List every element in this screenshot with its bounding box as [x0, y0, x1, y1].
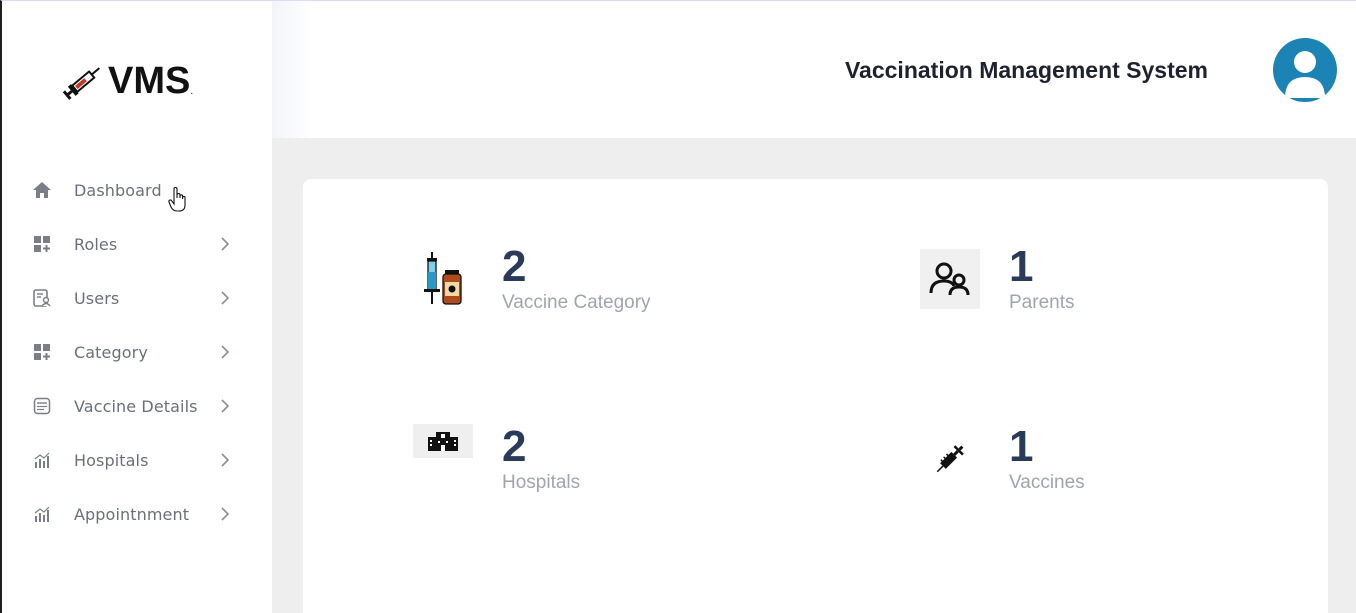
- syringe-icon: [920, 429, 980, 489]
- sidebar-nav: Dashboard Roles Users Category Vaccine D…: [2, 163, 272, 541]
- hospital-icon: [413, 424, 473, 458]
- bar-chart-icon: [32, 450, 52, 470]
- stat-value: 1: [1009, 242, 1034, 291]
- sidebar-item-label: Users: [74, 288, 120, 308]
- stat-label: Hospitals: [502, 472, 581, 493]
- sidebar-item-label: Hospitals: [74, 450, 149, 470]
- calendar-icon: [32, 396, 52, 416]
- sidebar: VMS . Dashboard Roles Users Category Vac…: [2, 1, 272, 613]
- chevron-right-icon: [218, 399, 232, 413]
- top-header: Vaccination Management System: [272, 1, 1356, 138]
- bar-chart-icon: [32, 504, 52, 524]
- widgets-icon: [32, 234, 52, 254]
- stats-card: 2 Vaccine Category 1 Parents 2 Hospitals…: [303, 179, 1328, 613]
- widgets-icon: [32, 342, 52, 362]
- sidebar-item-label: Category: [74, 342, 148, 362]
- sidebar-item-roles[interactable]: Roles: [2, 217, 272, 271]
- sidebar-item-label: Appointnment: [74, 504, 190, 524]
- main-content: 2 Vaccine Category 1 Parents 2 Hospitals…: [272, 138, 1356, 613]
- stat-label: Vaccine Category: [502, 292, 651, 313]
- sidebar-item-vaccine-details[interactable]: Vaccine Details: [2, 379, 272, 433]
- logo-text: VMS: [108, 60, 191, 102]
- sidebar-item-label: Roles: [74, 234, 118, 254]
- chevron-right-icon: [218, 291, 232, 305]
- sidebar-item-appointment[interactable]: Appointnment: [2, 487, 272, 541]
- vaccine-vial-icon: [413, 249, 473, 309]
- stat-value: 2: [502, 422, 527, 471]
- user-list-icon: [32, 288, 52, 308]
- sidebar-item-label: Vaccine Details: [74, 396, 198, 416]
- stat-vaccines[interactable]: 1 Vaccines: [920, 422, 1220, 509]
- hand-cursor-icon: [168, 187, 186, 212]
- sidebar-item-users[interactable]: Users: [2, 271, 272, 325]
- stat-parents[interactable]: 1 Parents: [920, 242, 1220, 329]
- chevron-right-icon: [218, 345, 232, 359]
- stat-vaccine-category[interactable]: 2 Vaccine Category: [413, 242, 713, 329]
- syringe-logo-icon: [62, 67, 100, 100]
- stat-label: Parents: [1009, 292, 1075, 313]
- sidebar-item-hospitals[interactable]: Hospitals: [2, 433, 272, 487]
- avatar[interactable]: [1273, 38, 1337, 102]
- stat-value: 2: [502, 242, 527, 291]
- chevron-right-icon: [218, 453, 232, 467]
- stat-value: 1: [1009, 422, 1034, 471]
- user-avatar-icon: [1285, 51, 1325, 98]
- parents-icon: [920, 249, 980, 309]
- sidebar-item-label: Dashboard: [74, 180, 162, 200]
- home-icon: [32, 180, 52, 200]
- logo-dot: .: [190, 86, 194, 97]
- stat-hospitals[interactable]: 2 Hospitals: [413, 422, 713, 509]
- header-divider: [272, 1, 312, 138]
- app-logo[interactable]: VMS .: [62, 59, 193, 103]
- chevron-right-icon: [218, 237, 232, 251]
- sidebar-item-category[interactable]: Category: [2, 325, 272, 379]
- sidebar-item-dashboard[interactable]: Dashboard: [2, 163, 272, 217]
- chevron-right-icon: [218, 507, 232, 521]
- stat-label: Vaccines: [1009, 472, 1085, 493]
- page-title: Vaccination Management System: [844, 57, 1208, 83]
